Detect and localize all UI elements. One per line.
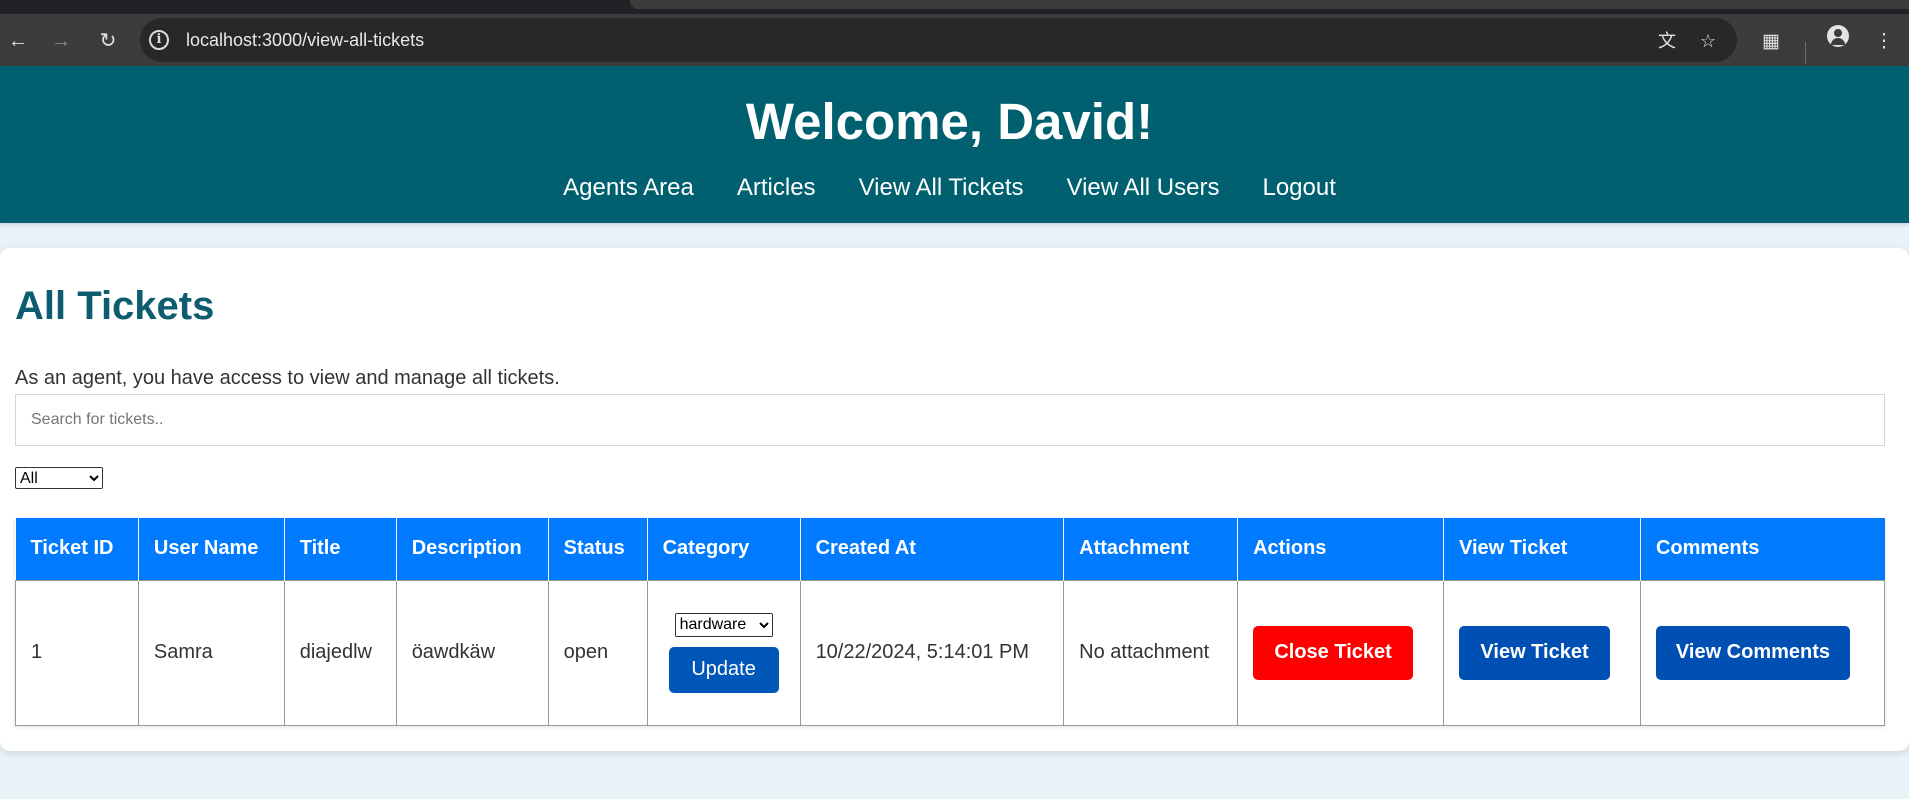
cell-category: hardware Update (646, 579, 801, 726)
extensions-icon[interactable]: ▦ (1757, 28, 1785, 56)
column-header-attachment: Attachment (1063, 518, 1239, 580)
address-bar[interactable]: i localhost:3000/view-all-tickets 文 ☆ (140, 18, 1737, 62)
column-header-status: Status (548, 518, 648, 580)
column-header-created-at: Created At (800, 518, 1065, 580)
cell-comments: View Comments (1639, 579, 1886, 726)
browser-toolbar: ← → ↻ i localhost:3000/view-all-tickets … (0, 14, 1909, 66)
forward-arrow-icon[interactable]: → (48, 28, 74, 54)
column-header-user-name: User Name (138, 518, 285, 580)
tickets-table: Ticket ID User Name Title Description St… (15, 518, 1886, 726)
cell-status: open (547, 579, 648, 726)
main-nav: Agents Area Articles View All Tickets Vi… (0, 174, 1899, 202)
view-ticket-button[interactable]: View Ticket (1459, 625, 1611, 680)
column-header-view-ticket: View Ticket (1443, 518, 1641, 580)
cell-title: diajedlw (283, 579, 397, 726)
profile-icon[interactable] (1827, 25, 1849, 47)
column-header-actions: Actions (1237, 518, 1445, 580)
close-ticket-button[interactable]: Close Ticket (1253, 625, 1414, 680)
cell-ticket-id: 1 (15, 579, 139, 726)
bookmark-star-icon[interactable]: ☆ (1696, 30, 1720, 52)
column-header-ticket-id: Ticket ID (15, 518, 139, 580)
cell-created-at: 10/22/2024, 5:14:01 PM (799, 579, 1065, 726)
column-header-title: Title (284, 518, 397, 580)
cell-attachment: No attachment (1063, 579, 1239, 726)
table-row: 1 Samra diajedlw öawdkäw open hardware U… (15, 579, 1886, 726)
nav-articles[interactable]: Articles (737, 174, 816, 202)
welcome-heading: Welcome, David! (745, 93, 1154, 150)
site-info-icon[interactable]: i (149, 30, 169, 50)
back-arrow-icon[interactable]: ← (5, 28, 31, 54)
nav-view-all-users[interactable]: View All Users (1067, 174, 1220, 202)
reload-icon[interactable]: ↻ (95, 28, 121, 54)
toolbar-divider (1805, 42, 1806, 64)
category-select[interactable]: hardware (674, 612, 773, 637)
menu-kebab-icon[interactable]: ⋮ (1870, 28, 1898, 56)
cell-view-ticket: View Ticket (1443, 579, 1641, 726)
column-header-comments: Comments (1640, 518, 1885, 580)
column-header-category: Category (647, 518, 801, 580)
column-header-description: Description (396, 518, 549, 580)
active-tab-edge (630, 0, 1909, 9)
tab-strip (0, 0, 1909, 14)
search-input[interactable] (15, 394, 1885, 446)
translate-icon[interactable]: 文 (1655, 30, 1679, 52)
browser-chrome: ← → ↻ i localhost:3000/view-all-tickets … (0, 0, 1909, 66)
intro-text: As an agent, you have access to view and… (15, 367, 560, 389)
tickets-card: All Tickets As an agent, you have access… (0, 248, 1909, 751)
cell-actions: Close Ticket (1237, 579, 1445, 726)
nav-view-all-tickets[interactable]: View All Tickets (859, 174, 1024, 202)
address-bar-url[interactable]: localhost:3000/view-all-tickets (186, 30, 424, 50)
table-header-row: Ticket ID User Name Title Description St… (15, 518, 1885, 580)
nav-agents-area[interactable]: Agents Area (563, 174, 694, 202)
update-category-button[interactable]: Update (668, 646, 779, 693)
cell-description: öawdkäw (395, 579, 549, 726)
page-title: All Tickets (15, 284, 215, 328)
view-comments-button[interactable]: View Comments (1655, 625, 1850, 680)
status-filter-select[interactable]: All (15, 467, 103, 489)
nav-logout[interactable]: Logout (1262, 174, 1335, 202)
cell-user-name: Samra (137, 579, 285, 726)
site-header: Welcome, David! Agents Area Articles Vie… (0, 66, 1909, 223)
